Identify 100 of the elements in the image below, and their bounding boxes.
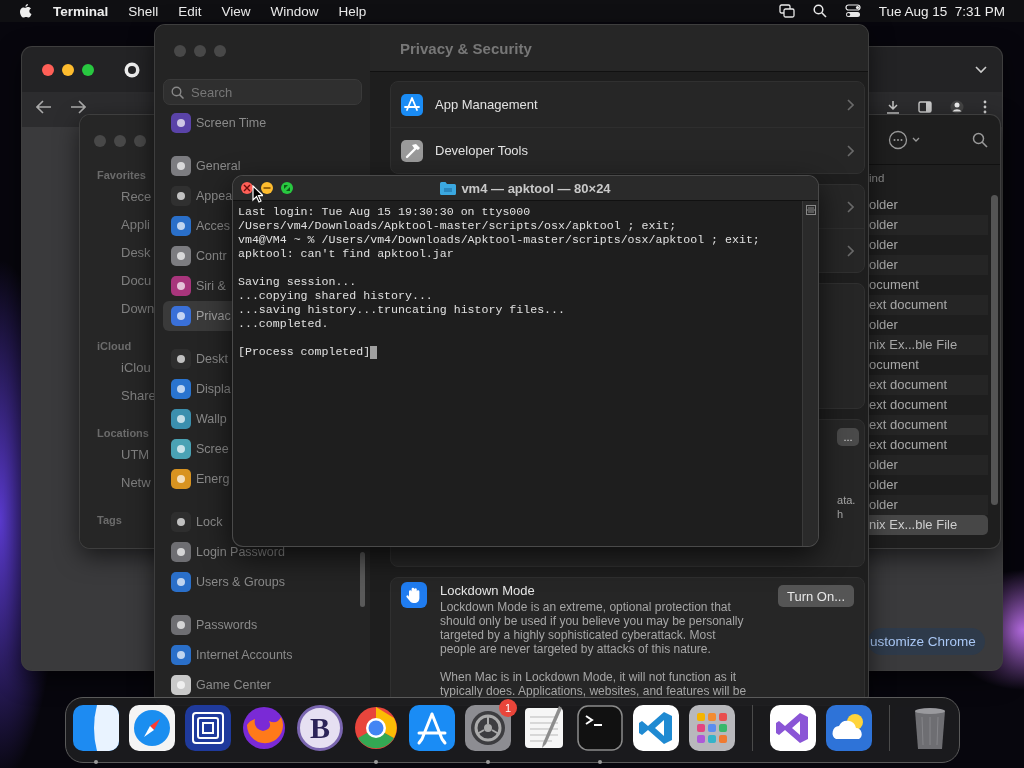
- minimize-button[interactable]: [62, 63, 74, 76]
- sidebar-item[interactable]: Netw: [80, 469, 155, 497]
- search-icon[interactable]: [972, 131, 988, 148]
- file-kind-cell[interactable]: ext document: [868, 415, 988, 435]
- file-kind-cell[interactable]: ocument: [868, 355, 988, 375]
- file-kind-cell[interactable]: ext document: [868, 395, 988, 415]
- file-kind-cell[interactable]: ext document: [868, 375, 988, 395]
- sidebar-item[interactable]: Scree: [163, 434, 231, 464]
- chevron-down-icon[interactable]: [975, 65, 987, 74]
- search-field[interactable]: Search: [163, 79, 362, 105]
- file-kind-cell[interactable]: older: [868, 255, 988, 275]
- file-kind-cell[interactable]: nix Ex...ble File: [868, 515, 988, 535]
- settings-row[interactable]: Developer Tools: [391, 127, 865, 173]
- screen-mirroring-icon[interactable]: [778, 4, 795, 18]
- sidebar-item[interactable]: Docu: [80, 267, 155, 295]
- sidebar-heading: Tags: [96, 513, 123, 528]
- ribbon-icon[interactable]: [633, 705, 679, 751]
- concentric-squares-icon[interactable]: [185, 705, 231, 751]
- column-header[interactable]: ind: [868, 169, 1000, 187]
- sidebar-item[interactable]: Privac: [163, 301, 233, 331]
- sidebar-item[interactable]: Passwords: [163, 610, 260, 640]
- file-kind-cell[interactable]: older: [868, 475, 988, 495]
- file-kind-cell[interactable]: ext document: [868, 295, 988, 315]
- gear-icon[interactable]: [465, 705, 511, 751]
- split-square-icon[interactable]: [73, 705, 119, 751]
- sidebar-item[interactable]: Rece: [80, 183, 155, 211]
- menu-item[interactable]: Shell: [128, 3, 159, 19]
- zoom-button[interactable]: [82, 63, 94, 76]
- sidebar-item[interactable]: Desk: [80, 239, 155, 267]
- search-icon[interactable]: [812, 4, 827, 18]
- segmented-ring-icon[interactable]: [353, 705, 399, 751]
- minus-icon: [263, 187, 271, 189]
- grid-squares-icon[interactable]: [689, 705, 735, 751]
- split-view-icon[interactable]: [805, 205, 816, 215]
- sidebar-item[interactable]: Users & Groups: [163, 567, 287, 597]
- sidebar-item[interactable]: Wallp: [163, 404, 229, 434]
- sidebar-item[interactable]: Appli: [80, 211, 155, 239]
- download-icon[interactable]: [886, 100, 900, 114]
- menu-item[interactable]: Window: [270, 3, 319, 19]
- close-button[interactable]: [241, 182, 253, 194]
- compass-icon[interactable]: [129, 705, 175, 751]
- sidebar-icon[interactable]: [918, 100, 932, 114]
- terminal-line: /Users/vm4/Downloads/Apktool-master/scripts/osx/apktool ; exit;: [238, 219, 677, 233]
- chevron-right-icon: [847, 98, 855, 111]
- menu-item[interactable]: View: [221, 3, 251, 19]
- chevron-down-icon[interactable]: [912, 136, 920, 143]
- control-center-icon[interactable]: [844, 4, 861, 18]
- flame-globe-icon[interactable]: [241, 705, 287, 751]
- ribbon-loop-icon[interactable]: [770, 705, 816, 751]
- menu-clock[interactable]: Tue Aug 15 7:31 PM: [878, 3, 1005, 19]
- file-kind-cell[interactable]: older: [868, 455, 988, 475]
- sidebar-item[interactable]: Lock: [163, 507, 225, 537]
- sidebar-item[interactable]: Screen Time: [163, 108, 269, 138]
- file-kind-cell[interactable]: older: [868, 315, 988, 335]
- file-kind-cell[interactable]: ocument: [868, 275, 988, 295]
- file-kind-cell[interactable]: older: [868, 215, 988, 235]
- more-options-icon[interactable]: [888, 129, 908, 150]
- sidebar-item[interactable]: UTM: [80, 441, 155, 469]
- forward-arrow-icon[interactable]: [70, 100, 86, 114]
- sidebar-item[interactable]: Share: [80, 382, 155, 410]
- sidebar-item[interactable]: Acces: [163, 211, 233, 241]
- menu-item[interactable]: Edit: [178, 3, 202, 19]
- sidebar-item[interactable]: Siri &: [163, 271, 228, 301]
- close-button[interactable]: [42, 63, 54, 76]
- customize-button[interactable]: ustomize Chrome: [868, 628, 985, 655]
- scrollbar[interactable]: [991, 195, 998, 505]
- file-kind-cell[interactable]: older: [868, 195, 988, 215]
- file-kind-cell[interactable]: ext document: [868, 435, 988, 455]
- apple-menu-icon[interactable]: [19, 3, 32, 19]
- cloud-sun-icon[interactable]: [826, 705, 872, 751]
- sidebar-item[interactable]: Contr: [163, 241, 229, 271]
- sidebar-item[interactable]: Down: [80, 295, 155, 323]
- turn-on-button[interactable]: Turn On...: [778, 585, 855, 607]
- monogram-icon[interactable]: B: [297, 705, 343, 751]
- sidebar-item[interactable]: Appea: [163, 181, 235, 211]
- sidebar-item[interactable]: Displa: [163, 374, 233, 404]
- sidebar-item[interactable]: Energ: [163, 464, 232, 494]
- sidebar-item[interactable]: iClou: [80, 354, 155, 382]
- scrollbar[interactable]: [360, 552, 365, 607]
- sidebar-item[interactable]: Internet Accounts: [163, 640, 295, 670]
- zoom-button[interactable]: [281, 182, 293, 194]
- sidebar-item[interactable]: Deskt: [163, 344, 230, 374]
- file-kind-cell[interactable]: older: [868, 495, 988, 515]
- sidebar-item[interactable]: Login Password: [163, 537, 287, 567]
- sidebar-item[interactable]: General: [163, 151, 243, 181]
- prompt-icon[interactable]: [577, 705, 623, 751]
- file-kind-cell[interactable]: older: [868, 235, 988, 255]
- menu-item[interactable]: Help: [338, 3, 367, 19]
- terminal-line: ...copying shared history...: [238, 289, 433, 303]
- options-button[interactable]: ...: [837, 428, 860, 446]
- window-title: Privacy & Security: [400, 39, 532, 57]
- back-arrow-icon[interactable]: [36, 100, 52, 114]
- settings-row[interactable]: App Management: [391, 82, 865, 127]
- minimize-button[interactable]: [261, 182, 273, 194]
- more-menu-icon[interactable]: [982, 100, 988, 114]
- sidebar-item[interactable]: Game Center: [163, 670, 274, 700]
- file-kind-cell[interactable]: nix Ex...ble File: [868, 335, 988, 355]
- app-menu[interactable]: Terminal: [53, 3, 109, 19]
- profile-icon[interactable]: [950, 100, 964, 114]
- description-text: Lockdown Mode is an extreme, optional protection that should only be used if you believe you may be personally targeted by a highly sophisticated cyberattack. Most people are never targeted by attacks of this nature.: [440, 600, 745, 656]
